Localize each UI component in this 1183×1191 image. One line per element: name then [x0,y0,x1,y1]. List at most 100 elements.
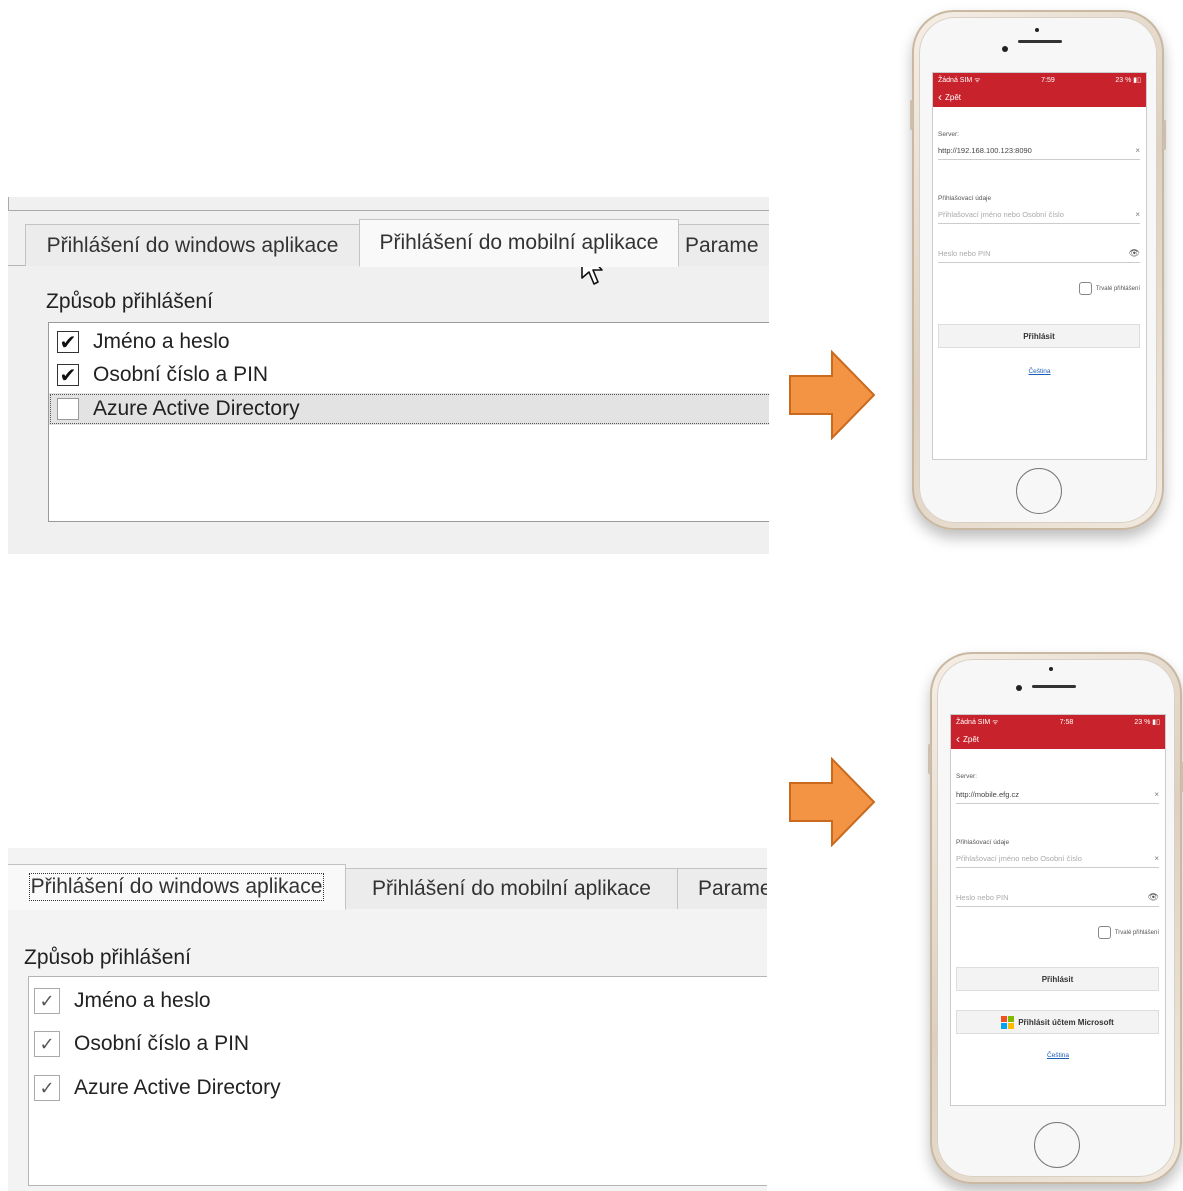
group-label-login-method: Způsob přihlášení [24,946,191,969]
arrow-right-icon [789,350,876,440]
checkbox-personal-number-pin[interactable]: ✔ [57,364,79,387]
server-input[interactable]: http://mobile.efg.cz × [956,785,1159,804]
tab-parameters[interactable]: Parame [677,868,767,909]
group-label-login-method: Způsob přihlášení [46,290,213,313]
server-value: http://192.168.100.123:8090 [938,145,1032,155]
tab-windows-app[interactable]: Přihlášení do windows aplikace [8,864,346,910]
phone-side-button [910,100,913,130]
carrier-label: Žádná SIM ᯤ [956,718,999,726]
carrier-label: Žádná SIM ᯤ [938,76,981,84]
credentials-label: Přihlašovací údaje [938,195,992,202]
checkbox-name-password[interactable]: ✓ [34,988,60,1014]
username-input[interactable]: Přihlašovací jméno nebo Osobní číslo × [956,849,1159,868]
phone-mockup-top: Žádná SIM ᯤ 7:59 23 % ▮▯ ‹ Zpět Server: … [910,10,1166,530]
list-item-label: Jméno a heslo [74,989,211,1012]
phone-camera-icon [1016,685,1022,691]
back-chevron-icon[interactable]: ‹ [956,733,960,745]
tab-label: Přihlášení do windows aplikace [28,873,325,901]
back-chevron-icon[interactable]: ‹ [938,91,942,103]
remember-label: Trvalé přihlášení [1095,285,1140,292]
tab-label: Přihlášení do mobilní aplikace [372,877,651,900]
list-item-label: Osobní číslo a PIN [93,363,269,386]
server-input[interactable]: http://192.168.100.123:8090 × [938,141,1140,160]
phone-side-button [1163,120,1166,150]
phone-speaker [1032,685,1076,688]
phone-sensor-icon [1035,28,1039,32]
language-link[interactable]: Čeština [951,1052,1165,1059]
checkbox-azure-ad[interactable]: ✓ [34,1075,60,1101]
login-method-list[interactable]: ✓ Jméno a heslo ✓ Osobní číslo a PIN ✓ A… [28,976,767,1186]
phone-mockup-bottom: Žádná SIM ᯤ 7:58 23 % ▮▯ ‹ Zpět Server: … [928,652,1183,1184]
clock-label: 7:59 [1041,76,1055,84]
server-value: http://mobile.efg.cz [956,789,1019,799]
back-button[interactable]: Zpět [963,735,979,744]
list-item[interactable]: ✓ Azure Active Directory [29,1072,767,1104]
top-group-frame [8,197,769,211]
checkbox-azure-ad[interactable] [57,398,79,420]
microsoft-login-button[interactable]: Přihlásit účtem Microsoft [956,1010,1159,1034]
phone-screen: Žádná SIM ᯤ 7:59 23 % ▮▯ ‹ Zpět Server: … [932,72,1147,460]
eye-icon[interactable]: 👁 [1148,892,1159,903]
server-label: Server: [956,773,977,780]
tab-parameters[interactable]: Parame [678,224,769,266]
list-item[interactable]: ✓ Jméno a heslo [29,985,767,1017]
credentials-label: Přihlašovací údaje [956,839,1010,846]
home-button [1034,1122,1080,1168]
checkbox-name-password[interactable]: ✔ [57,331,79,354]
server-label: Server: [938,131,959,138]
status-bar: Žádná SIM ᯤ 7:58 23 % ▮▯ [951,715,1165,729]
checkbox-box[interactable] [1097,926,1111,939]
tab-mobile-app[interactable]: Přihlášení do mobilní aplikace [345,868,678,909]
checkbox-box[interactable] [1078,282,1092,295]
password-input[interactable]: Heslo nebo PIN 👁 [956,888,1159,907]
phone-side-button [928,744,931,774]
tab-windows-app[interactable]: Přihlášení do windows aplikace [25,224,360,266]
password-input[interactable]: Heslo nebo PIN 👁 [938,244,1140,263]
username-placeholder: Přihlašovací jméno nebo Osobní číslo [938,209,1064,219]
login-method-list[interactable]: ✔ Jméno a heslo ✔ Osobní číslo a PIN Azu… [48,322,769,522]
clear-icon[interactable]: × [1154,790,1159,799]
home-button [1016,468,1062,514]
list-item[interactable]: ✔ Osobní číslo a PIN [49,359,769,391]
password-placeholder: Heslo nebo PIN [938,248,991,258]
tab-label: Přihlášení do windows aplikace [46,233,339,257]
battery-label: 23 % ▮▯ [1134,719,1160,726]
username-input[interactable]: Přihlašovací jméno nebo Osobní číslo × [938,205,1140,224]
battery-label: 23 % ▮▯ [1115,77,1141,84]
phone-screen: Žádná SIM ᯤ 7:58 23 % ▮▯ ‹ Zpět Server: … [950,714,1166,1106]
tab-label: Přihlášení do mobilní aplikace [379,231,659,254]
bottom-settings-dialog: Přihlášení do windows aplikace Přihlášen… [8,848,767,1191]
remember-label: Trvalé přihlášení [1114,929,1159,936]
tab-label: Parame [685,233,759,257]
checkbox-personal-number-pin[interactable]: ✓ [34,1031,60,1057]
language-link[interactable]: Čeština [933,368,1146,375]
clear-icon[interactable]: × [1135,146,1140,155]
top-settings-dialog: Přihlášení do windows aplikace Přihlášen… [8,197,769,554]
phone-sensor-icon [1049,667,1053,671]
list-item[interactable]: ✔ Jméno a heslo [49,326,769,358]
list-item-label: Jméno a heslo [93,330,230,353]
microsoft-login-label: Přihlásit účtem Microsoft [1018,1017,1114,1027]
tab-label: Parame [698,877,767,900]
microsoft-logo-icon [1001,1015,1015,1029]
list-item-label: Azure Active Directory [93,397,300,420]
remember-login-checkbox[interactable]: Trvalé přihlášení [1078,282,1140,295]
arrow-right-icon [789,757,876,847]
back-button[interactable]: Zpět [945,93,961,102]
eye-icon[interactable]: 👁 [1129,248,1140,259]
password-placeholder: Heslo nebo PIN [956,892,1009,902]
remember-login-checkbox[interactable]: Trvalé přihlášení [1097,926,1159,939]
clear-icon[interactable]: × [1135,210,1140,219]
list-item[interactable]: ✓ Osobní číslo a PIN [29,1028,767,1060]
username-placeholder: Přihlašovací jméno nebo Osobní číslo [956,853,1082,863]
nav-bar: ‹ Zpět [933,87,1146,107]
phone-speaker [1018,40,1062,43]
login-button[interactable]: Přihlásit [956,967,1159,991]
list-item-label: Azure Active Directory [74,1076,281,1099]
status-bar: Žádná SIM ᯤ 7:59 23 % ▮▯ [933,73,1146,87]
login-button[interactable]: Přihlásit [938,324,1140,348]
clock-label: 7:58 [1059,718,1074,726]
tab-mobile-app[interactable]: Přihlášení do mobilní aplikace [359,219,679,267]
list-item[interactable]: Azure Active Directory [49,393,769,425]
clear-icon[interactable]: × [1154,854,1159,863]
